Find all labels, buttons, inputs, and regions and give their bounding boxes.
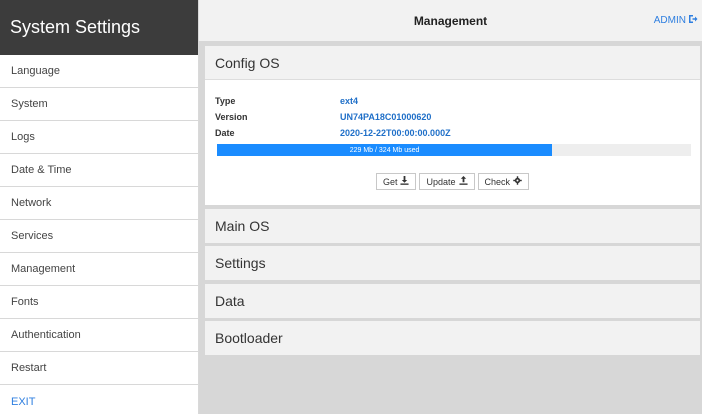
data-panel: Data	[205, 284, 700, 318]
date-value: 2020-12-22T00:00:00.000Z	[340, 128, 451, 138]
main-content: Config OS Type ext4 Version UN74PA18C010…	[199, 41, 702, 414]
sidebar-title: System Settings	[0, 0, 198, 55]
sidebar-item-system[interactable]: System	[0, 88, 198, 121]
data-header[interactable]: Data	[205, 284, 700, 318]
sidebar-item-network[interactable]: Network	[0, 187, 198, 220]
upload-icon	[458, 176, 468, 187]
type-label: Type	[215, 96, 236, 106]
sidebar: System Settings Language System Logs Dat…	[0, 0, 199, 414]
settings-panel: Settings	[205, 246, 700, 280]
sidebar-item-authentication[interactable]: Authentication	[0, 319, 198, 352]
storage-usage-text: 229 Mb / 324 Mb used	[349, 146, 420, 154]
main-os-panel: Main OS	[205, 209, 700, 243]
type-value: ext4	[340, 96, 359, 106]
config-os-body: Type ext4 Version UN74PA18C01000620 Date…	[205, 80, 700, 205]
update-button[interactable]: Update	[419, 173, 475, 190]
download-icon	[400, 176, 410, 187]
version-value: UN74PA18C01000620	[340, 112, 432, 122]
sidebar-item-date-time[interactable]: Date & Time	[0, 154, 198, 187]
main-os-header[interactable]: Main OS	[205, 209, 700, 243]
settings-header[interactable]: Settings	[205, 246, 700, 280]
storage-usage-bar: 229 Mb / 324 Mb used	[217, 144, 691, 156]
get-button[interactable]: Get	[375, 173, 417, 190]
logout-icon	[688, 14, 698, 27]
date-label: Date	[215, 128, 235, 138]
sidebar-item-language[interactable]: Language	[0, 55, 198, 88]
version-label: Version	[215, 112, 248, 122]
user-logout-link[interactable]: ADMIN	[654, 14, 698, 27]
update-button-label: Update	[426, 176, 456, 187]
bootloader-panel: Bootloader	[205, 321, 700, 355]
config-os-panel: Config OS Type ext4 Version UN74PA18C010…	[205, 46, 700, 205]
user-label: ADMIN	[653, 15, 686, 26]
sidebar-item-management[interactable]: Management	[0, 253, 198, 286]
gear-icon	[513, 176, 522, 187]
config-os-header[interactable]: Config OS	[205, 46, 700, 80]
config-os-actions: Get Update Check	[205, 173, 700, 190]
sidebar-item-restart[interactable]: Restart	[0, 352, 198, 385]
page-title: Management	[413, 13, 488, 28]
header: Management ADMIN	[199, 0, 702, 41]
sidebar-item-logs[interactable]: Logs	[0, 121, 198, 154]
sidebar-item-services[interactable]: Services	[0, 220, 198, 253]
sidebar-item-exit[interactable]: EXIT	[0, 385, 198, 414]
bootloader-header[interactable]: Bootloader	[205, 321, 700, 355]
get-button-label: Get	[382, 176, 398, 187]
check-button[interactable]: Check	[477, 173, 530, 190]
storage-usage-fill: 229 Mb / 324 Mb used	[217, 144, 553, 156]
sidebar-item-fonts[interactable]: Fonts	[0, 286, 198, 319]
check-button-label: Check	[484, 176, 511, 187]
